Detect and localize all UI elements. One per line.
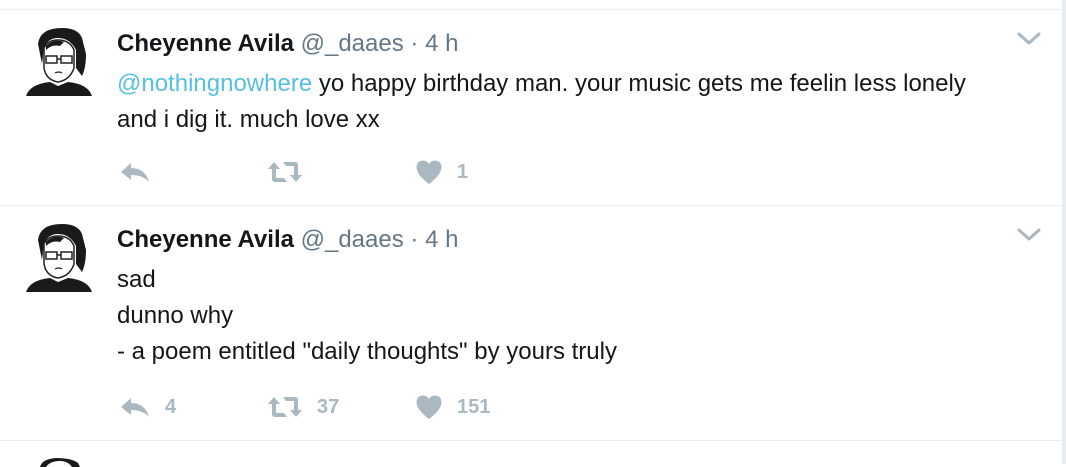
tweet-actions: 1 xyxy=(117,157,717,187)
username[interactable]: @_daaes xyxy=(301,30,404,57)
heart-icon xyxy=(416,160,442,184)
like-button[interactable]: 151 xyxy=(415,392,490,422)
tweet-line: dunno why xyxy=(117,302,234,329)
like-count: 151 xyxy=(457,395,491,418)
tweet-line: - a poem entitled "daily thoughts" by yo… xyxy=(117,338,617,365)
tweet-header: Cheyenne Avila @_daaes · 4 h xyxy=(117,226,458,254)
tweet-line: sad xyxy=(117,266,156,293)
tweet-text: sad dunno why - a poem entitled "daily t… xyxy=(117,262,617,370)
chevron-down-icon[interactable] xyxy=(1016,30,1042,48)
heart-icon xyxy=(416,395,442,419)
username[interactable]: @_daaes xyxy=(301,226,404,253)
like-count: 1 xyxy=(457,160,469,183)
reply-icon xyxy=(121,398,149,417)
retweet-button[interactable]: 37 xyxy=(267,392,339,422)
timestamp[interactable]: 4 h xyxy=(425,30,458,57)
tweet-header: Cheyenne Avila @_daaes · 4 h xyxy=(117,30,458,58)
tweet[interactable]: Cheyenne Avila @_daaes · 4 h sad dunno w… xyxy=(0,206,1062,441)
separator: · xyxy=(410,30,419,57)
avatar[interactable] xyxy=(24,220,96,292)
reply-button[interactable]: 4 xyxy=(119,392,176,422)
retweet-icon xyxy=(268,397,302,417)
timestamp[interactable]: 4 h xyxy=(425,226,458,253)
display-name[interactable]: Cheyenne Avila xyxy=(117,226,294,253)
avatar[interactable] xyxy=(24,24,96,96)
separator: · xyxy=(410,226,419,253)
timeline-feed: Cheyenne Avila @_daaes · 4 h @nothingnow… xyxy=(0,0,1062,467)
retweet-count: 37 xyxy=(317,395,340,418)
tweet-text: @nothingnowhere yo happy birthday man. y… xyxy=(117,66,966,138)
tweet-actions: 4 37 151 xyxy=(117,392,717,422)
reply-count: 4 xyxy=(165,395,177,418)
tweet-line: and i dig it. much love xx xyxy=(117,106,380,133)
retweet-icon xyxy=(268,162,302,182)
mention-link[interactable]: @nothingnowhere xyxy=(117,70,312,97)
column-border xyxy=(1062,0,1066,464)
chevron-down-icon[interactable] xyxy=(1016,226,1042,244)
like-button[interactable]: 1 xyxy=(415,157,468,187)
reply-button[interactable] xyxy=(119,157,165,187)
retweet-button[interactable] xyxy=(267,157,317,187)
avatar[interactable] xyxy=(36,457,84,467)
tweet-line: yo happy birthday man. your music gets m… xyxy=(318,70,966,97)
tweet[interactable]: Cheyenne Avila @_daaes · 4 h @nothingnow… xyxy=(0,10,1062,206)
display-name[interactable]: Cheyenne Avila xyxy=(117,30,294,57)
reply-icon xyxy=(121,163,149,182)
